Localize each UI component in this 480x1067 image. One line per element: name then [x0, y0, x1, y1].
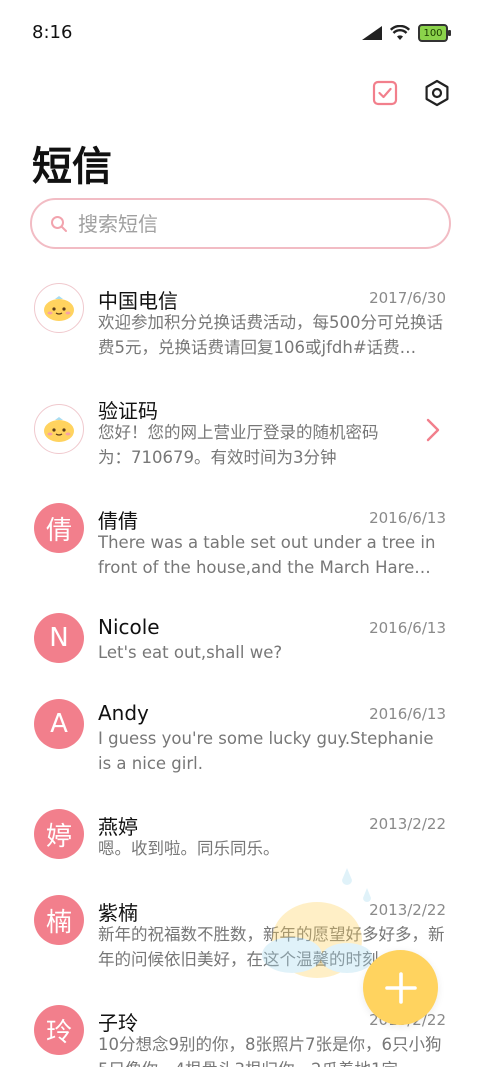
- settings-icon: [425, 79, 449, 107]
- conversation-item[interactable]: 倩 倩倩 2016/6/13 There was a table set out…: [0, 490, 480, 600]
- search-input[interactable]: [78, 211, 398, 236]
- message-date: 2013/2/22: [369, 815, 446, 833]
- avatar: 婷: [34, 809, 84, 859]
- message-preview: 10分想念9别的你，8张照片7张是你，6只小狗5只像你，4根骨头3根归你，2爪着…: [98, 1035, 442, 1067]
- contact-name: Andy: [98, 701, 149, 725]
- avatar: 楠: [34, 895, 84, 945]
- checkbox-icon: [372, 80, 398, 106]
- contact-name: Nicole: [98, 615, 160, 639]
- message-preview: 您好！您的网上营业厅登录的随机密码为：710679。有效时间为3分钟: [98, 423, 379, 467]
- avatar: [34, 283, 84, 333]
- conversation-item[interactable]: 婷 燕婷 2013/2/22 嗯。收到啦。同乐同乐。: [0, 796, 480, 882]
- search-bar[interactable]: [30, 198, 451, 249]
- battery-level: 100: [423, 27, 443, 39]
- conversation-item[interactable]: 验证码 您好！您的网上营业厅登录的随机密码为：710679。有效时间为3分钟: [0, 380, 480, 490]
- status-bar: 8:16 100: [0, 0, 480, 66]
- battery-icon: 100: [418, 24, 451, 42]
- message-date: 2016/6/13: [369, 509, 446, 527]
- message-preview: Let's eat out,shall we?: [98, 643, 283, 662]
- signal-icon: [362, 26, 382, 40]
- message-preview: There was a table set out under a tree i…: [98, 533, 436, 577]
- top-actions: [370, 78, 452, 108]
- avatar: 倩: [34, 503, 84, 553]
- chevron-right-icon[interactable]: [426, 418, 440, 442]
- select-button[interactable]: [370, 78, 400, 108]
- conversation-item[interactable]: A Andy 2016/6/13 I guess you're some luc…: [0, 686, 480, 796]
- status-time: 8:16: [32, 22, 73, 43]
- page-title: 短信: [32, 144, 112, 190]
- message-preview: I guess you're some lucky guy.Stephanie …: [98, 729, 434, 773]
- avatar: [34, 404, 84, 454]
- mascot-icon: [44, 417, 74, 442]
- status-icons: 100: [362, 24, 451, 42]
- message-date: 2016/6/13: [369, 705, 446, 723]
- search-icon: [51, 215, 67, 232]
- avatar: N: [34, 613, 84, 663]
- mascot-icon: [44, 296, 74, 321]
- wifi-icon: [390, 25, 410, 40]
- message-preview: 欢迎参加积分兑换话费活动，每500分可兑换话费5元，兑换话费请回复106或jfd…: [98, 313, 443, 357]
- new-message-button[interactable]: [363, 950, 438, 1025]
- message-date: 2017/6/30: [369, 289, 446, 307]
- message-preview: 嗯。收到啦。同乐同乐。: [98, 839, 280, 858]
- avatar: A: [34, 699, 84, 749]
- conversation-item[interactable]: N Nicole 2016/6/13 Let's eat out,shall w…: [0, 600, 480, 686]
- conversation-item[interactable]: 中国电信 2017/6/30 欢迎参加积分兑换话费活动，每500分可兑换话费5元…: [0, 270, 480, 380]
- plus-icon: [384, 971, 417, 1004]
- message-date: 2016/6/13: [369, 619, 446, 637]
- settings-button[interactable]: [422, 78, 452, 108]
- avatar: 玲: [34, 1005, 84, 1055]
